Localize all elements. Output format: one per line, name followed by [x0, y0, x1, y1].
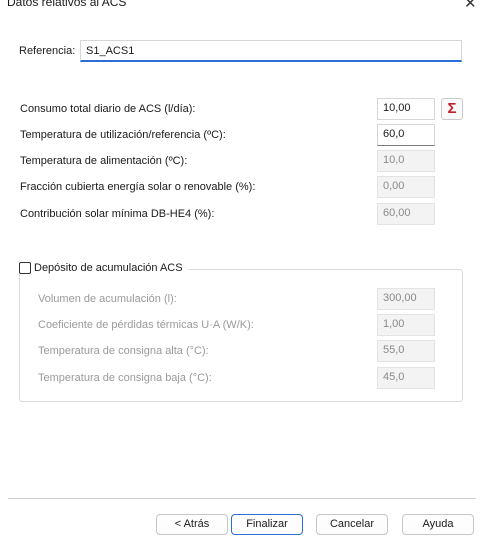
usage-temperature-field[interactable]: 60,0 [377, 124, 435, 146]
deposit-checkbox-label[interactable]: Depósito de acumulación ACS [34, 262, 183, 274]
loss-coefficient-label: Coeficiente de pérdidas térmicas U·A (W/… [38, 319, 254, 331]
finish-button[interactable]: Finalizar [231, 514, 303, 535]
supply-temperature-label: Temperatura de alimentación (ºC): [20, 155, 188, 167]
solar-fraction-label: Fracción cubierta energía solar o renova… [20, 181, 256, 193]
sigma-icon[interactable]: Σ [441, 98, 463, 120]
daily-consumption-field[interactable]: 10,00 [377, 98, 435, 120]
deposit-legend[interactable]: Depósito de acumulación ACS [19, 262, 189, 274]
usage-temperature-label: Temperatura de utilización/referencia (º… [20, 129, 226, 141]
deposit-checkbox[interactable] [19, 262, 31, 274]
volume-label: Volumen de acumulación (l): [38, 293, 177, 305]
volume-field: 300,00 [377, 288, 435, 310]
close-icon[interactable]: ✕ [464, 0, 477, 12]
min-solar-contribution-label: Contribución solar mínima DB-HE4 (%): [20, 208, 215, 220]
cancel-button[interactable]: Cancelar [316, 514, 388, 535]
loss-coefficient-field: 1,00 [377, 314, 435, 336]
reference-label: Referencia: [19, 45, 76, 57]
back-button[interactable]: < Atrás [156, 514, 228, 535]
solar-fraction-field: 0,00 [377, 176, 435, 198]
title-bar: Datos relativos al ACS ✕ [0, 0, 484, 12]
reference-input[interactable] [80, 40, 462, 62]
daily-consumption-label: Consumo total diario de ACS (l/día): [20, 103, 196, 115]
window-title: Datos relativos al ACS [7, 0, 127, 9]
supply-temperature-field: 10,0 [377, 150, 435, 172]
footer-separator [8, 498, 476, 499]
help-button[interactable]: Ayuda [402, 514, 474, 535]
setpoint-high-label: Temperatura de consigna alta (°C): [38, 345, 209, 357]
setpoint-low-label: Temperatura de consigna baja (°C): [38, 372, 212, 384]
min-solar-contribution-field: 60,00 [377, 203, 435, 225]
setpoint-low-field: 45,0 [377, 367, 435, 389]
setpoint-high-field: 55,0 [377, 340, 435, 362]
